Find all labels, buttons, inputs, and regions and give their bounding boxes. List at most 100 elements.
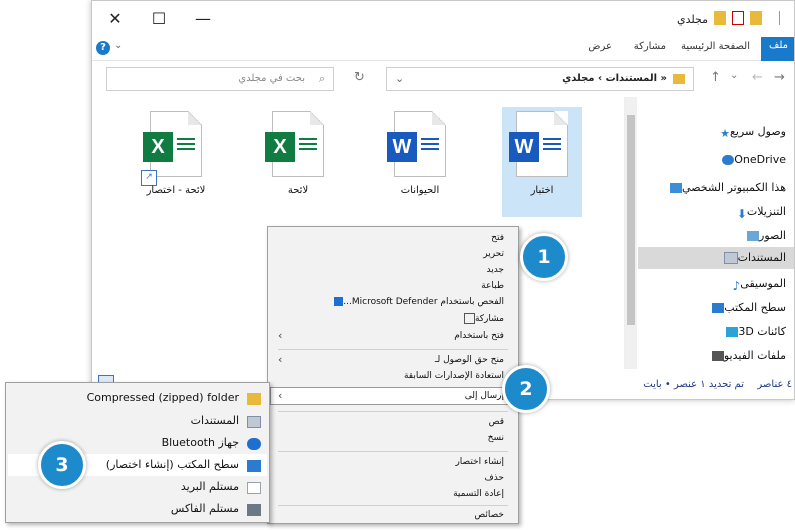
- nav-label: وصول سريع: [729, 125, 786, 138]
- nav-item-this-pc[interactable]: هذا الكمبيوتر الشخصي: [665, 181, 786, 194]
- tab-view[interactable]: عرض: [588, 41, 612, 52]
- recent-chevron-icon[interactable]: ⌄: [730, 70, 738, 81]
- address-bar[interactable]: ⌄ « المستندات › مجلدي: [386, 67, 694, 91]
- file-name: اختبار: [530, 185, 554, 196]
- nav-label: الموسيقى: [740, 277, 786, 290]
- address-row: بحث في مجلدي ⌕ ↻ ⌄ « المستندات › مجلدي ↑…: [92, 61, 794, 97]
- chevron-down-icon[interactable]: ⌄: [114, 40, 122, 51]
- menu-item-restore-versions[interactable]: استعادة الإصدارات السابقة: [404, 371, 504, 381]
- menu-item-cut[interactable]: قص: [489, 417, 504, 427]
- shield-icon: [334, 297, 344, 306]
- excel-badge: X: [265, 132, 295, 162]
- menu-item-delete[interactable]: حذف: [484, 473, 504, 483]
- nav-item-music[interactable]: الموسيقى♪: [728, 277, 786, 293]
- excel-file-icon: X: [265, 111, 324, 177]
- menu-item-print[interactable]: طباعة: [481, 281, 504, 291]
- menu-item-create-shortcut[interactable]: إنشاء اختصار: [455, 457, 504, 467]
- nav-item-3d-objects[interactable]: كائنات 3D: [721, 325, 786, 338]
- menu-item-open-with[interactable]: فتح باستخدام: [454, 331, 504, 341]
- nav-item-desktop[interactable]: سطح المكتب: [707, 301, 786, 314]
- breadcrumb[interactable]: « المستندات › مجلدي: [562, 73, 667, 84]
- scrollbar-thumb[interactable]: [627, 115, 635, 325]
- tab-file[interactable]: ملف: [760, 37, 794, 61]
- search-icon: ⌕: [318, 72, 325, 85]
- menu-item-give-access[interactable]: منح حق الوصول لـ: [435, 355, 504, 365]
- sendto-bluetooth[interactable]: جهاز Bluetooth: [162, 436, 239, 449]
- share-icon: [463, 313, 475, 324]
- step-callout-3: 3: [38, 441, 86, 489]
- nav-item-videos[interactable]: ملفات الفيديو: [707, 349, 786, 362]
- sendto-zip-folder[interactable]: Compressed (zipped) folder: [87, 391, 239, 404]
- menu-item-label: الفحص باستخدام Microsoft Defender...: [343, 297, 504, 307]
- minimize-button[interactable]: —: [192, 9, 214, 28]
- file-item-test[interactable]: W اختبار: [502, 107, 582, 217]
- bluetooth-icon: [247, 438, 261, 450]
- documents-icon: [723, 252, 738, 264]
- menu-item-copy[interactable]: نسخ: [488, 433, 504, 443]
- sendto-documents[interactable]: المستندات: [191, 414, 239, 427]
- tab-share[interactable]: مشاركة: [634, 41, 666, 52]
- word-badge: W: [509, 132, 539, 162]
- new-folder-icon[interactable]: [750, 11, 762, 25]
- file-name: لائحة - اختصار: [146, 185, 206, 196]
- search-input[interactable]: بحث في مجلدي ⌕: [106, 67, 334, 91]
- menu-item-properties[interactable]: خصائص: [474, 510, 504, 520]
- menu-item-share[interactable]: مشاركة: [461, 313, 504, 324]
- submenu-chevron-icon: ‹: [278, 353, 283, 366]
- desktop-icon: [712, 303, 725, 313]
- menu-item-send-to[interactable]: إرسال إلى: [465, 391, 504, 401]
- menu-item-new[interactable]: جديد: [486, 265, 504, 275]
- sendto-fax-recipient[interactable]: مستلم الفاكس: [171, 502, 239, 515]
- file-item-list[interactable]: X لائحة: [258, 107, 338, 217]
- menu-item-defender-scan[interactable]: الفحص باستخدام Microsoft Defender...: [331, 297, 504, 307]
- cloud-icon: [722, 155, 735, 165]
- step-callout-2: 2: [502, 365, 550, 413]
- sendto-mail-recipient[interactable]: مستلم البريد: [181, 480, 239, 493]
- properties-icon[interactable]: [732, 11, 744, 25]
- nav-label: سطح المكتب: [724, 301, 786, 314]
- download-icon: ⬇: [736, 207, 747, 221]
- fax-icon: [247, 504, 261, 516]
- nav-label: كائنات 3D: [738, 325, 786, 338]
- folder-icon: [673, 74, 685, 84]
- file-item-animals[interactable]: W الحيوانات: [380, 107, 460, 217]
- file-item-list-shortcut[interactable]: X ↗ لائحة - اختصار: [136, 107, 216, 217]
- ribbon-tabs: ? ⌄ ملف الصفحة الرئيسية مشاركة عرض: [92, 37, 794, 61]
- nav-label: التنزيلات: [746, 205, 786, 218]
- menu-separator: [278, 411, 508, 412]
- back-arrow-icon[interactable]: →: [774, 70, 785, 85]
- navigation-pane: وصول سريع★ OneDrive هذا الكمبيوتر الشخصي…: [624, 97, 794, 369]
- word-badge: W: [387, 132, 417, 162]
- up-arrow-icon[interactable]: ↑: [710, 70, 721, 85]
- documents-icon: [247, 416, 261, 428]
- close-button[interactable]: ✕: [104, 9, 126, 28]
- sendto-desktop-shortcut[interactable]: سطح المكتب (إنشاء اختصار): [106, 458, 239, 471]
- tab-home[interactable]: الصفحة الرئيسية: [681, 41, 750, 52]
- menu-item-open[interactable]: فتح: [491, 233, 504, 243]
- menu-separator: [278, 505, 508, 506]
- menu-item-rename[interactable]: إعادة التسمية: [453, 489, 504, 499]
- menu-item-edit[interactable]: تحرير: [483, 249, 504, 259]
- nav-item-quick-access[interactable]: وصول سريع★: [715, 125, 786, 140]
- nav-item-downloads[interactable]: التنزيلات⬇: [732, 205, 786, 221]
- nav-item-documents[interactable]: المستندات: [638, 247, 794, 269]
- scrollbar[interactable]: [625, 97, 637, 369]
- computer-icon: [670, 183, 683, 193]
- quick-access-separator: [779, 11, 780, 25]
- nav-item-onedrive[interactable]: OneDrive: [717, 153, 786, 166]
- nav-item-pictures[interactable]: الصور: [742, 229, 786, 242]
- help-icon[interactable]: ?: [96, 41, 110, 55]
- desktop-icon: [247, 460, 261, 472]
- submenu-chevron-icon: ‹: [278, 389, 283, 402]
- maximize-button[interactable]: ☐: [148, 9, 170, 28]
- window-title: مجلدي: [676, 13, 708, 26]
- file-name: لائحة: [287, 185, 309, 196]
- word-file-icon: W: [387, 111, 446, 177]
- forward-arrow-icon[interactable]: ←: [752, 70, 763, 85]
- refresh-icon[interactable]: ↻: [354, 70, 365, 85]
- zip-folder-icon: [247, 393, 261, 405]
- cube-icon: [726, 327, 739, 337]
- menu-separator: [278, 451, 508, 452]
- shortcut-arrow-icon: ↗: [141, 170, 157, 186]
- chevron-down-icon[interactable]: ⌄: [395, 72, 404, 85]
